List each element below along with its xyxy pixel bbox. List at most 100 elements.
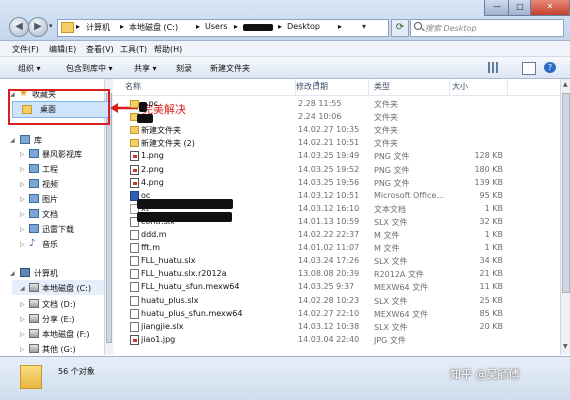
expand-arrow-icon[interactable]: ▷ bbox=[20, 331, 25, 338]
nav-drive-e[interactable]: 分享 (E:) bbox=[42, 314, 75, 325]
file-row[interactable]: ddd.m 14.02.22 22:37 M 文件 1 KB bbox=[113, 229, 518, 242]
preview-pane-icon[interactable] bbox=[522, 62, 536, 75]
expand-arrow-icon[interactable]: ▷ bbox=[20, 316, 25, 323]
file-name: fft.m bbox=[141, 243, 160, 253]
expand-arrow-icon[interactable]: ▷ bbox=[20, 346, 25, 353]
search-icon bbox=[414, 22, 422, 30]
include-in-library-button[interactable]: 包含到库中 ▾ bbox=[66, 63, 113, 74]
address-input[interactable]: ▸ 计算机 ▸ 本地磁盘 (C:) ▸ Users ▸ ▸ Desktop ▸ … bbox=[57, 19, 389, 37]
drive-icon bbox=[29, 283, 39, 292]
burn-button[interactable]: 刻录 bbox=[176, 63, 192, 74]
nav-lib-music[interactable]: 音乐 bbox=[42, 239, 58, 250]
nav-drive-g[interactable]: 其他 (G:) bbox=[42, 344, 76, 355]
file-type: 文本文档 bbox=[374, 204, 406, 214]
file-date: 13.08.08 20:39 bbox=[298, 269, 360, 279]
forward-button[interactable]: ▶ bbox=[28, 17, 48, 37]
expand-arrow-icon[interactable]: ▷ bbox=[20, 151, 25, 158]
breadcrumb-separator-icon: ▸ bbox=[196, 22, 201, 31]
file-size: 180 KB bbox=[474, 164, 503, 174]
breadcrumb-computer[interactable]: 计算机 bbox=[86, 22, 110, 33]
file-row[interactable]: jiangjie.slx 14.03.12 10:38 SLX 文件 20 KB bbox=[113, 321, 518, 334]
file-row[interactable]: huatu_plus_sfun.mexw64 14.02.27 22:10 MEXW… bbox=[113, 308, 518, 321]
nav-computer[interactable]: 计算机 bbox=[34, 268, 58, 279]
breadcrumb-users[interactable]: Users bbox=[205, 22, 227, 31]
change-view-icon[interactable] bbox=[488, 62, 500, 73]
nav-scrollbar-thumb[interactable] bbox=[106, 93, 112, 343]
breadcrumb-desktop[interactable]: Desktop bbox=[287, 22, 320, 31]
file-name: ddd.m bbox=[141, 230, 167, 239]
arrow-left-icon: ◀ bbox=[15, 21, 23, 32]
refresh-button[interactable]: ⟳ bbox=[391, 19, 409, 37]
file-row[interactable]: fft.m 14.01.02 11:07 M 文件 1 KB bbox=[113, 242, 518, 255]
column-type[interactable]: 类型 bbox=[374, 79, 450, 95]
file-row[interactable]: FLL_huatu.slx 14.03.24 17:26 SLX 文件 34 KB bbox=[113, 255, 518, 268]
file-date: 14.01.13 10:59 bbox=[298, 216, 360, 226]
collapse-arrow-icon[interactable]: ◢ bbox=[20, 285, 25, 292]
new-folder-button[interactable]: 新建文件夹 bbox=[210, 63, 250, 74]
menu-edit[interactable]: 编辑(E) bbox=[49, 44, 76, 55]
file-name: 新建文件夹 (2) bbox=[141, 139, 195, 149]
expand-arrow-icon[interactable]: ▷ bbox=[20, 301, 25, 308]
nav-drive-c[interactable]: 本地磁盘 (C:) bbox=[42, 283, 91, 294]
menu-tools[interactable]: 工具(T) bbox=[120, 44, 147, 55]
nav-lib-documents[interactable]: 文档 bbox=[42, 209, 58, 220]
column-date[interactable]: 修改日期 bbox=[296, 79, 369, 95]
library-icon bbox=[20, 135, 30, 144]
nav-lib-videos[interactable]: 视频 bbox=[42, 179, 58, 190]
maximize-button[interactable]: □ bbox=[508, 0, 532, 16]
file-row[interactable]: 新建文件夹 14.02.27 10:35 文件夹 bbox=[113, 124, 518, 137]
file-type: PNG 文件 bbox=[374, 178, 410, 188]
scroll-up-icon[interactable]: ▲ bbox=[563, 81, 568, 88]
file-row[interactable]: 2.png 14.03.25 19:52 PNG 文件 180 KB bbox=[113, 164, 518, 177]
file-date: 14.02.28 10:23 bbox=[298, 295, 360, 305]
collapse-arrow-icon[interactable]: ◢ bbox=[10, 270, 15, 277]
drive-icon bbox=[29, 299, 39, 308]
help-icon[interactable]: ? bbox=[544, 62, 556, 73]
file-date: 14.03.25 19:56 bbox=[298, 177, 360, 187]
organize-button[interactable]: 组织 ▾ bbox=[18, 63, 41, 74]
minimize-button[interactable]: — bbox=[484, 0, 510, 16]
file-row[interactable]: 1.png 14.03.25 19:49 PNG 文件 128 KB bbox=[113, 150, 518, 163]
file-row[interactable]: huatu_plus.slx 14.02.28 10:23 SLX 文件 25 KB bbox=[113, 295, 518, 308]
search-input[interactable]: 搜索 Desktop bbox=[410, 19, 564, 37]
file-row[interactable]: 新建文件夹 (2) 14.02.21 10:51 文件夹 bbox=[113, 137, 518, 150]
file-row[interactable]: FLL_huatu.slx.r2012a 13.08.08 20:39 R2012A… bbox=[113, 268, 518, 281]
expand-arrow-icon[interactable]: ▷ bbox=[20, 166, 25, 173]
close-button[interactable]: ✕ bbox=[530, 0, 570, 16]
file-row[interactable]: 2.24 10:06 文件夹 bbox=[113, 111, 518, 124]
file-row[interactable]: FLL_huatu_sfun.mexw64 14.03.25 9:37 MEXW64… bbox=[113, 281, 518, 294]
nav-drive-f[interactable]: 本地磁盘 (F:) bbox=[42, 329, 89, 340]
nav-lib-storm[interactable]: 暴风影视库 bbox=[42, 149, 82, 160]
menu-help[interactable]: 帮助(H) bbox=[154, 44, 182, 55]
file-row[interactable]: jiao1.jpg 14.03.04 22:40 JPG 文件 bbox=[113, 334, 518, 347]
expand-arrow-icon[interactable]: ▷ bbox=[20, 211, 25, 218]
breadcrumb-drive[interactable]: 本地磁盘 (C:) bbox=[129, 22, 178, 33]
nav-library[interactable]: 库 bbox=[34, 135, 42, 146]
nav-lib-downloads[interactable]: 迅雷下载 bbox=[42, 224, 74, 235]
file-size: 20 KB bbox=[479, 321, 503, 331]
file-icon bbox=[130, 282, 139, 293]
nav-drive-d[interactable]: 文档 (D:) bbox=[42, 299, 76, 310]
file-list-scrollbar-thumb[interactable] bbox=[562, 93, 570, 293]
file-name: huatu_plus_sfun.mexw64 bbox=[141, 308, 243, 318]
menu-file[interactable]: 文件(F) bbox=[12, 44, 39, 55]
address-dropdown-icon[interactable]: ▾ bbox=[362, 22, 366, 31]
nav-lib-project[interactable]: 工程 bbox=[42, 164, 58, 175]
column-size[interactable]: 大小 bbox=[452, 79, 508, 95]
expand-arrow-icon[interactable]: ▷ bbox=[20, 241, 25, 248]
expand-arrow-icon[interactable]: ▷ bbox=[20, 181, 25, 188]
expand-arrow-icon[interactable]: ▷ bbox=[20, 226, 25, 233]
nav-lib-pictures[interactable]: 图片 bbox=[42, 194, 58, 205]
file-type: 文件夹 bbox=[374, 113, 398, 123]
back-button[interactable]: ◀ bbox=[9, 17, 29, 37]
expand-arrow-icon[interactable]: ▷ bbox=[20, 196, 25, 203]
column-name[interactable]: 名称 bbox=[125, 79, 296, 95]
menu-view[interactable]: 查看(V) bbox=[86, 44, 114, 55]
file-row[interactable]: 4.png 14.03.25 19:56 PNG 文件 139 KB bbox=[113, 177, 518, 190]
share-button[interactable]: 共享 ▾ bbox=[134, 63, 157, 74]
file-row[interactable]: ...pc 2.28 11:55 文件夹 bbox=[113, 98, 518, 111]
scroll-down-icon[interactable]: ▼ bbox=[563, 343, 568, 350]
collapse-arrow-icon[interactable]: ◢ bbox=[10, 137, 15, 144]
history-dropdown-icon[interactable]: ▾ bbox=[49, 22, 53, 30]
file-list-scrollbar[interactable]: ▲ ▼ bbox=[560, 79, 570, 355]
